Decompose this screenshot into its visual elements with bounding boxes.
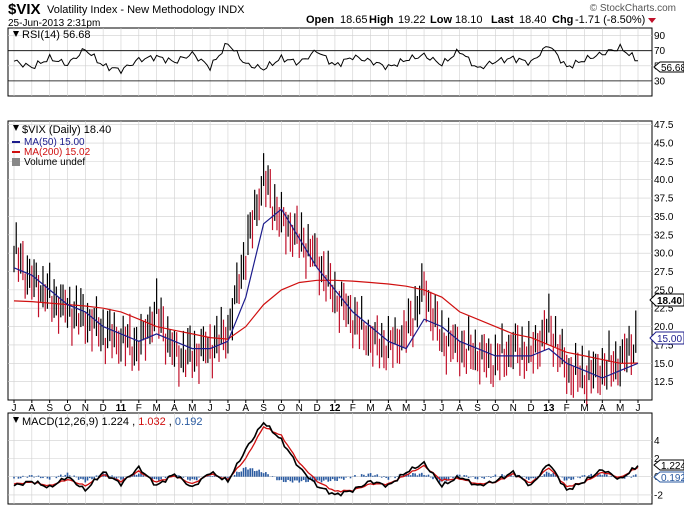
brand-label: © StockCharts.com <box>590 3 676 14</box>
x-tick-label: J <box>636 403 641 414</box>
down-arrow-icon <box>648 18 656 23</box>
description: Volatility Index - New Methodology INDX <box>47 4 245 16</box>
ma50-last-tag: 15.00 <box>649 331 684 345</box>
y-tick-label: 70 <box>654 46 666 57</box>
y-tick-label: 4 <box>654 436 660 447</box>
x-tick-label: M <box>616 403 624 414</box>
x-tick-label: S <box>46 403 53 414</box>
svg-text:0.192: 0.192 <box>661 473 684 484</box>
y-tick-label: 47.5 <box>654 120 674 131</box>
volume-legend: Volume undef <box>24 157 85 168</box>
x-tick-label: 12 <box>329 403 341 414</box>
high-value: 19.22 <box>398 14 426 26</box>
x-tick-label: A <box>242 403 249 414</box>
y-tick-label: 27.5 <box>654 267 674 278</box>
rsi-ticks: 90705030 <box>654 31 666 87</box>
signal-value: 1.032 <box>138 416 166 428</box>
x-tick-label: J <box>12 403 17 414</box>
y-tick-label: 32.5 <box>654 230 674 241</box>
x-tick-label: D <box>313 403 320 414</box>
x-tick-label: F <box>136 403 142 414</box>
x-tick-label: A <box>456 403 463 414</box>
macd-legend: MACD(12,26,9) 1.224 , 1.032 , 0.192 <box>22 416 202 428</box>
x-tick-label: A <box>385 403 392 414</box>
macd-label-prefix: MACD(12,26,9) <box>22 416 98 428</box>
price-panel: 47.545.042.540.037.535.032.530.027.525.0… <box>7 120 684 406</box>
x-tick-label: F <box>564 403 570 414</box>
svg-text:56.68: 56.68 <box>661 63 684 74</box>
hist-value: 0.192 <box>175 416 203 428</box>
rsi-frame <box>7 27 653 97</box>
x-tick-label: O <box>278 403 286 414</box>
x-axis: J A S O N D 11 F M A M J J A S O N D 12 F M A M J J A S O N D 13 F M A M J <box>8 399 652 414</box>
price-ticks: 47.545.042.540.037.535.032.530.027.525.0… <box>654 120 674 388</box>
y-tick-label: 12.5 <box>654 377 674 388</box>
y-tick-label: 20.0 <box>654 322 674 333</box>
y-tick-label: 30.0 <box>654 249 674 260</box>
y-tick-label: 90 <box>654 31 666 42</box>
y-tick-label: 35.0 <box>654 212 674 223</box>
x-tick-label: F <box>350 403 356 414</box>
x-tick-label: A <box>599 403 606 414</box>
open-label: Open <box>306 14 334 26</box>
price-label: $VIX (Daily) 18.40 <box>22 124 111 136</box>
macd-value: 1.224 <box>101 416 129 428</box>
x-tick-label: D <box>100 403 107 414</box>
x-tick-label: O <box>491 403 499 414</box>
low-value: 18.10 <box>455 14 483 26</box>
y-tick-label: -2 <box>654 490 663 501</box>
volume-swatch <box>12 158 20 166</box>
price-last-tag: 18.40 <box>649 293 684 307</box>
x-tick-label: O <box>64 403 72 414</box>
macd-panel: 420-2 MACD(12,26,9) 1.224 , 1.032 , 0.19… <box>7 412 684 505</box>
svg-text:15.00: 15.00 <box>657 334 682 345</box>
y-tick-label: 37.5 <box>654 194 674 205</box>
quote-bar: Open 18.65 High 19.22 Low 18.10 Last 18.… <box>306 14 656 26</box>
x-tick-label: J <box>439 403 444 414</box>
x-tick-label: N <box>510 403 517 414</box>
low-label: Low <box>430 14 452 26</box>
x-tick-label: D <box>527 403 534 414</box>
x-tick-label: S <box>260 403 267 414</box>
x-tick-label: J <box>208 403 213 414</box>
chg-label: Chg <box>552 14 573 26</box>
x-tick-label: A <box>171 403 178 414</box>
x-tick-label: N <box>82 403 89 414</box>
x-tick-label: 13 <box>543 403 555 414</box>
open-value: 18.65 <box>340 14 368 26</box>
x-tick-label: 11 <box>116 403 127 414</box>
y-tick-label: 45.0 <box>654 139 674 150</box>
last-label: Last <box>491 14 514 26</box>
chg-value: -1.71 (-8.50%) <box>575 14 645 26</box>
x-tick-label: J <box>422 403 427 414</box>
symbol: $VIX <box>8 1 41 18</box>
y-tick-label: 42.5 <box>654 157 674 168</box>
high-label: High <box>369 14 394 26</box>
macd-last-tag: 1.224 <box>653 459 684 472</box>
x-tick-label: N <box>296 403 303 414</box>
svg-text:18.40: 18.40 <box>657 296 682 307</box>
x-tick-label: M <box>366 403 374 414</box>
last-value: 18.40 <box>519 14 547 26</box>
rsi-label: RSI(14) 56.68 <box>22 29 90 41</box>
price-frame <box>7 120 653 401</box>
y-tick-label: 40.0 <box>654 175 674 186</box>
x-tick-label: M <box>188 403 196 414</box>
x-tick-label: S <box>474 403 481 414</box>
x-tick-label: M <box>402 403 410 414</box>
x-tick-label: M <box>152 403 160 414</box>
x-tick-label: J <box>225 403 230 414</box>
chart-date: 25-Jun-2013 2:31pm <box>8 18 100 29</box>
stockchart: $VIX Volatility Index - New Methodology … <box>7 1 684 505</box>
rsi-panel: 90705030 RSI(14) 56.68 56.68 <box>7 27 684 97</box>
y-tick-label: 30 <box>654 76 666 87</box>
x-tick-label: A <box>28 403 35 414</box>
x-tick-label: M <box>580 403 588 414</box>
svg-text:1.224: 1.224 <box>661 461 684 472</box>
y-tick-label: 15.0 <box>654 359 674 370</box>
